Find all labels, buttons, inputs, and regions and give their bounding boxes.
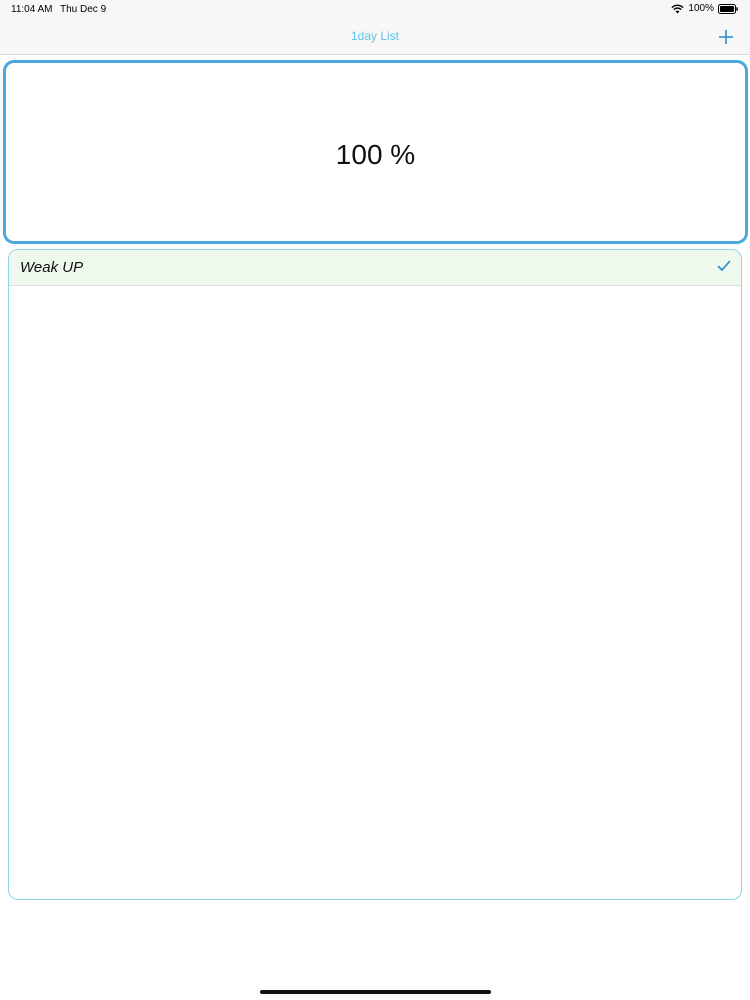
status-date: Thu Dec 9 bbox=[60, 4, 107, 15]
progress-percent: 100 % bbox=[335, 139, 416, 170]
status-time: 11:04 AM bbox=[11, 4, 53, 15]
list-item-label: Weak UP bbox=[20, 259, 84, 276]
page-title: 1day List bbox=[350, 29, 400, 43]
home-indicator[interactable] bbox=[260, 990, 491, 994]
task-list: Weak UP bbox=[8, 249, 742, 900]
list-item[interactable]: Weak UP bbox=[9, 250, 741, 286]
status-bar: 11:04 AM Thu Dec 9 100% bbox=[0, 0, 750, 20]
battery-icon bbox=[718, 3, 738, 14]
progress-card: 100 % bbox=[3, 60, 748, 244]
add-item-button[interactable] bbox=[716, 27, 736, 47]
status-right: 100% bbox=[671, 3, 738, 14]
wifi-icon bbox=[671, 4, 685, 14]
plus-icon bbox=[719, 30, 733, 44]
battery-percent: 100% bbox=[688, 3, 714, 14]
navigation-bar: 1day List bbox=[0, 20, 750, 55]
checkmark-icon bbox=[717, 259, 731, 273]
